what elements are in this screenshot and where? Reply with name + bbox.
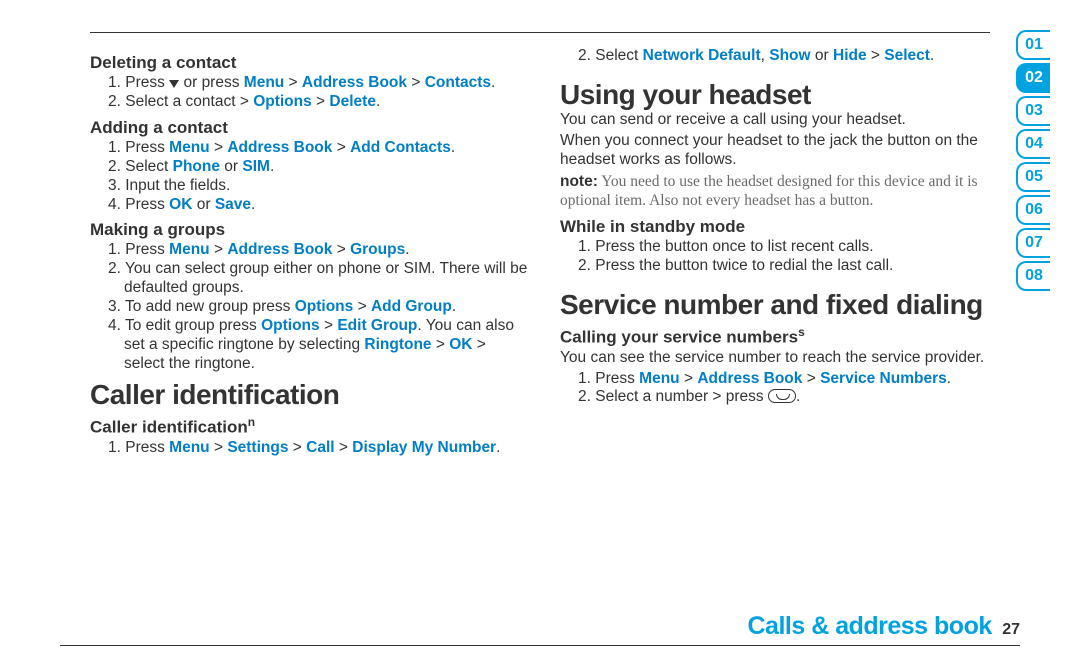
chapter-tab-01[interactable]: 01 <box>1016 30 1050 60</box>
column-right: 2. Select Network Default, Show or Hide … <box>560 47 1000 458</box>
step: 2. Select a contact > Options > Delete. <box>124 93 530 112</box>
call-key-icon <box>768 389 796 403</box>
step: 2. Select Network Default, Show or Hide … <box>594 47 1000 66</box>
chapter-tab-05[interactable]: 05 <box>1016 162 1050 192</box>
step: 1. Press the button once to list recent … <box>594 238 1000 257</box>
rule-top <box>90 32 990 33</box>
chapter-tab-04[interactable]: 04 <box>1016 129 1050 159</box>
steps-adding-contact: 1. Press Menu > Address Book > Add Conta… <box>90 139 530 215</box>
paragraph: You can see the service number to reach … <box>560 349 1000 368</box>
note-text: note: You need to use the headset design… <box>560 172 1000 211</box>
chapter-tab-07[interactable]: 07 <box>1016 228 1050 258</box>
step: 1. Press Menu > Address Book > Add Conta… <box>124 139 530 158</box>
heading-making-groups: Making a groups <box>90 220 530 240</box>
heading-adding-contact: Adding a contact <box>90 118 530 138</box>
chapter-tabs: 0102030405060708 <box>1016 30 1050 291</box>
chapter-tab-08[interactable]: 08 <box>1016 261 1050 291</box>
chapter-tab-03[interactable]: 03 <box>1016 96 1050 126</box>
paragraph: When you connect your headset to the jac… <box>560 132 1000 170</box>
subheading-caller-identification: Caller identificationn <box>90 415 530 438</box>
paragraph: You can send or receive a call using you… <box>560 111 1000 130</box>
step: 2. Select Phone or SIM. <box>124 158 530 177</box>
step: 1. Press Menu > Settings > Call > Displa… <box>124 439 530 458</box>
footer-section-title: Calls & address book <box>748 612 992 640</box>
step: 2. Select a number > press . <box>594 388 1000 407</box>
step: 1. Press Menu > Address Book > Service N… <box>594 370 1000 389</box>
heading-caller-identification: Caller identification <box>90 380 530 409</box>
chapter-tab-06[interactable]: 06 <box>1016 195 1050 225</box>
heading-service-number: Service number and fixed dialing <box>560 290 1000 319</box>
steps-service-numbers: 1. Press Menu > Address Book > Service N… <box>560 370 1000 408</box>
step: 2. You can select group either on phone … <box>124 260 530 298</box>
footer-page-number: 27 <box>1002 621 1020 638</box>
note-label: note: <box>560 173 598 190</box>
step: 3. Input the fields. <box>124 177 530 196</box>
heading-calling-service-numbers: Calling your service numberss <box>560 325 1000 348</box>
steps-deleting-contact: 1. Press or press Menu > Address Book > … <box>90 74 530 112</box>
step: 1. Press or press Menu > Address Book > … <box>124 74 530 93</box>
content-columns: Deleting a contact 1. Press or press Men… <box>60 47 1040 458</box>
chapter-tab-02[interactable]: 02 <box>1016 63 1050 93</box>
step: 1. Press Menu > Address Book > Groups. <box>124 241 530 260</box>
column-left: Deleting a contact 1. Press or press Men… <box>90 47 530 458</box>
heading-deleting-contact: Deleting a contact <box>90 53 530 73</box>
step: 2. Press the button twice to redial the … <box>594 257 1000 276</box>
step: 3. To add new group press Options > Add … <box>124 298 530 317</box>
heading-using-headset: Using your headset <box>560 80 1000 109</box>
step: 4. To edit group press Options > Edit Gr… <box>124 317 530 374</box>
manual-page: Deleting a contact 1. Press or press Men… <box>0 0 1080 670</box>
step: 4. Press OK or Save. <box>124 196 530 215</box>
steps-making-groups: 1. Press Menu > Address Book > Groups. 2… <box>90 241 530 373</box>
steps-standby: 1. Press the button once to list recent … <box>560 238 1000 276</box>
down-arrow-icon <box>169 80 179 88</box>
page-footer: Calls & address book 27 <box>60 612 1020 646</box>
rule-bottom <box>60 645 1020 646</box>
heading-standby-mode: While in standby mode <box>560 217 1000 237</box>
steps-caller-id: 1. Press Menu > Settings > Call > Displa… <box>90 439 530 458</box>
steps-caller-id-continued: 2. Select Network Default, Show or Hide … <box>560 47 1000 66</box>
